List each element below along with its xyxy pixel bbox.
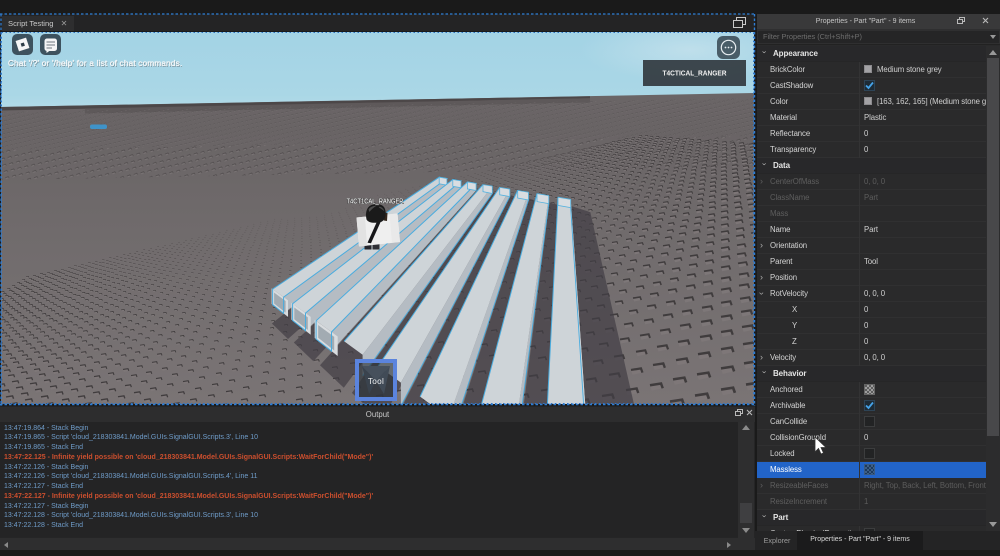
svg-text:Tool: Tool — [368, 377, 384, 386]
svg-text:Chat '/?' or '/help' for a lis: Chat '/?' or '/help' for a list of chat … — [8, 59, 182, 68]
svg-text:T4CTICAL_RANGER: T4CTICAL_RANGER — [663, 69, 728, 78]
svg-text:T4CT1CAL_RANGER: T4CT1CAL_RANGER — [347, 197, 404, 206]
